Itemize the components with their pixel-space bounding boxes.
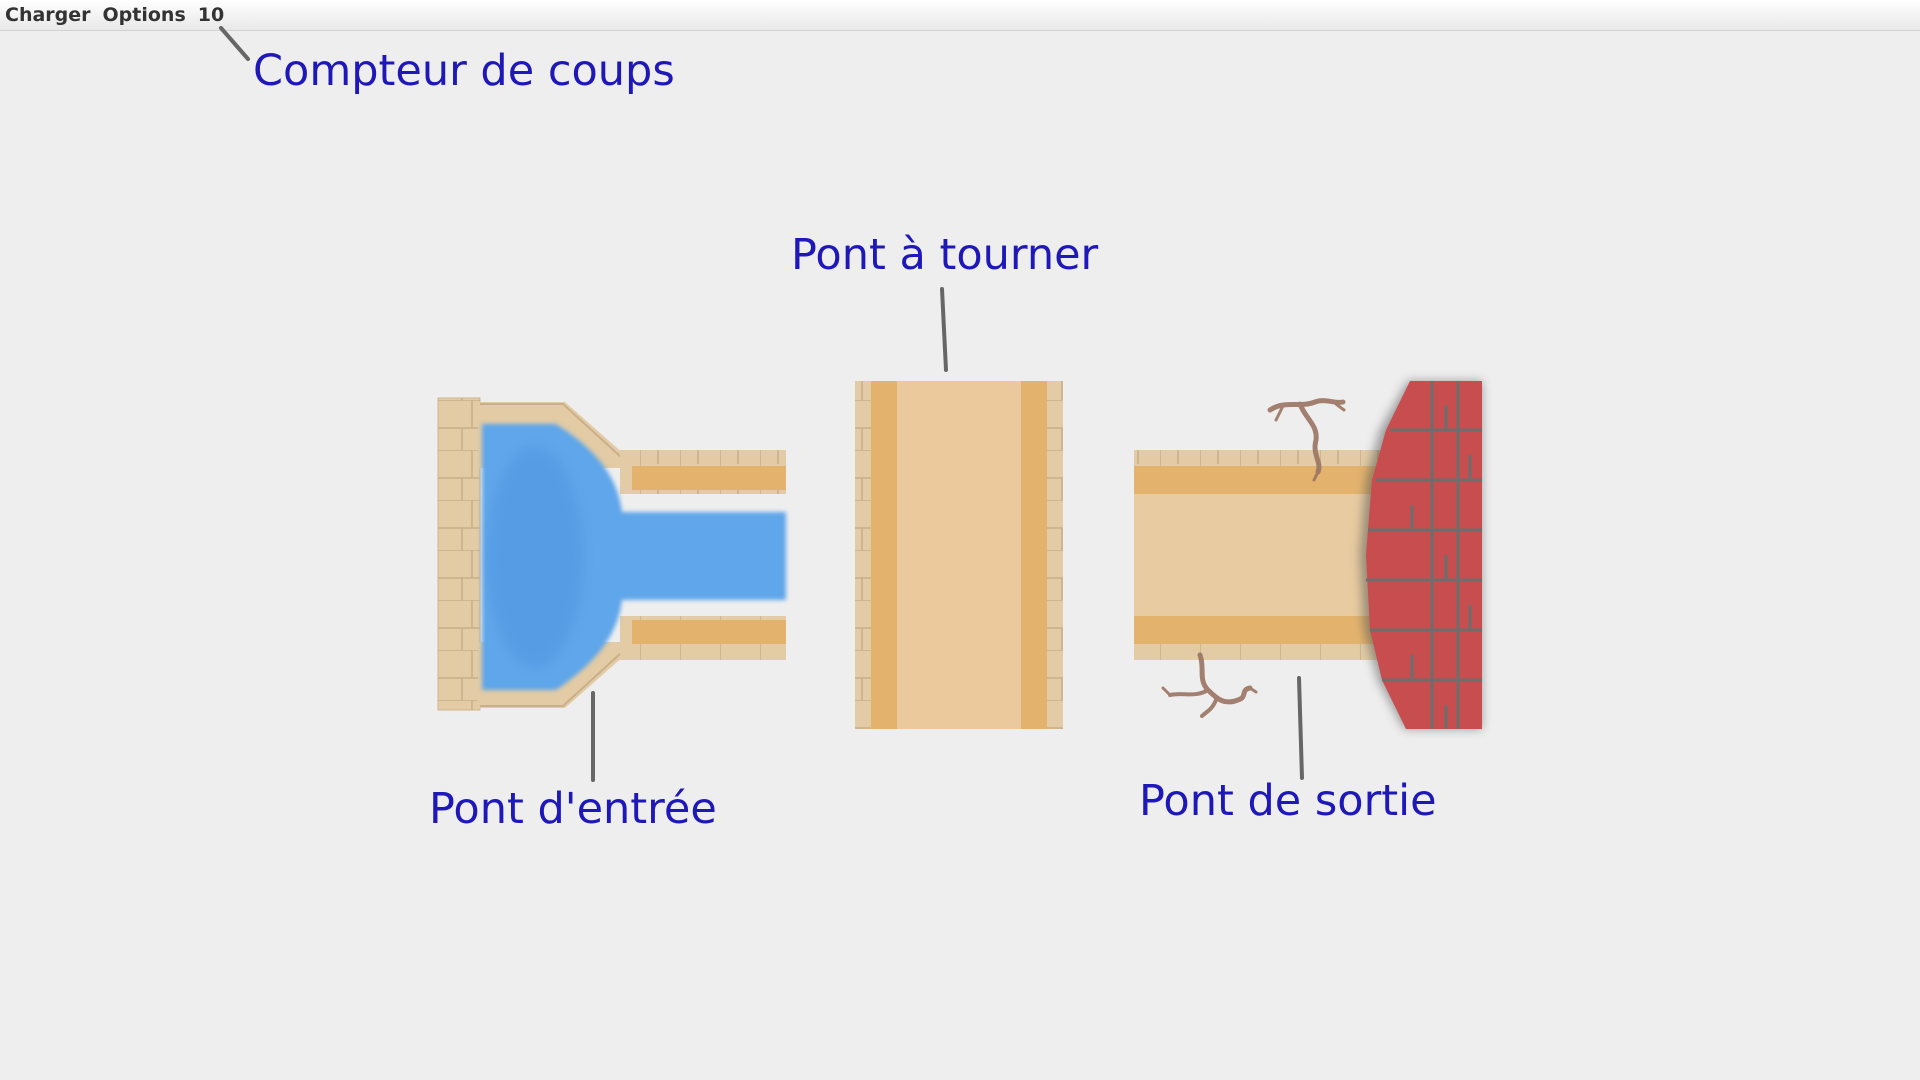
counter-annotation: Compteur de coups	[253, 46, 675, 96]
entry-bridge-annotation: Pont d'entrée	[429, 784, 717, 834]
exit-bridge-annotation: Pont de sortie	[1139, 776, 1437, 826]
exit-bridge-tile	[1134, 450, 1396, 660]
rotate-bridge-annotation: Pont à tourner	[791, 230, 1099, 280]
rotate-bridge-pointer-line	[940, 287, 948, 372]
exit-bridge-pointer-line	[1297, 676, 1304, 780]
rotatable-bridge-tile[interactable]	[855, 381, 1063, 729]
exit-brick-wall	[1360, 381, 1482, 729]
counter-pointer-line	[219, 26, 250, 61]
entry-bridge-tile	[437, 397, 786, 711]
game-scene	[219, 26, 1482, 782]
